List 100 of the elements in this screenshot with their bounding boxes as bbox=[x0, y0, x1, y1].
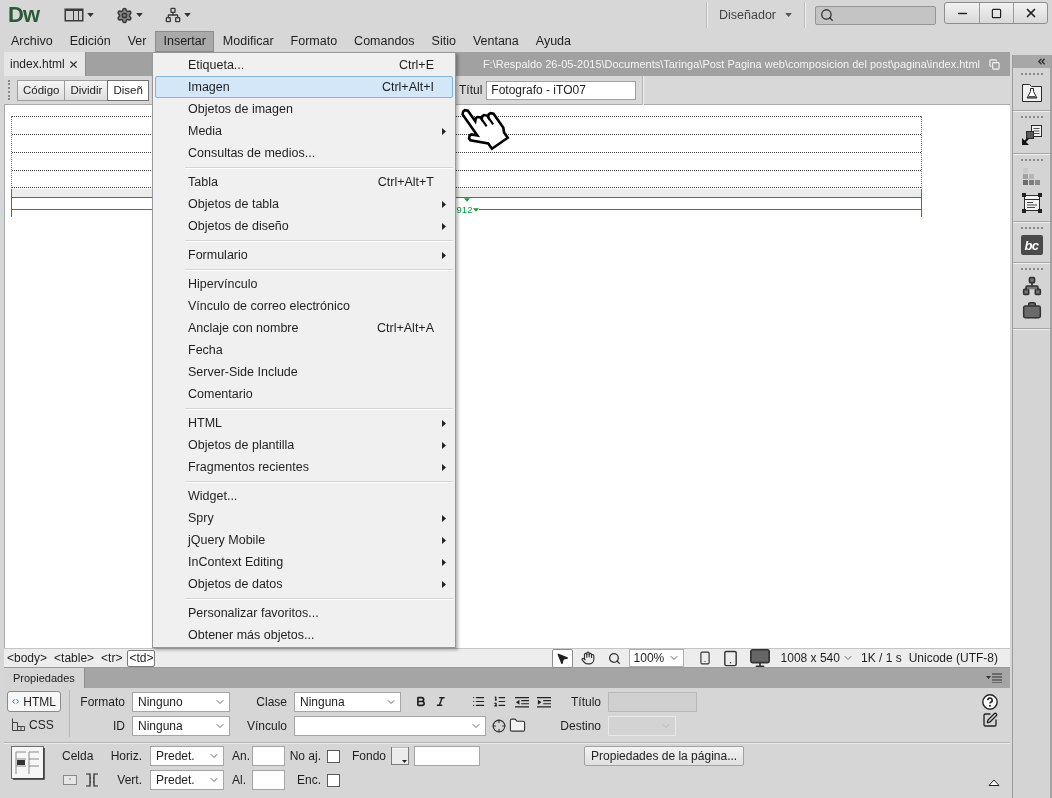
search-field[interactable] bbox=[815, 5, 936, 25]
menu-item[interactable]: Fragmentos recientes bbox=[155, 456, 453, 478]
outdent-icon[interactable] bbox=[514, 695, 529, 708]
windows-arrow-icon[interactable] bbox=[1020, 124, 1043, 146]
caret-icon bbox=[184, 13, 191, 17]
grip-handle[interactable] bbox=[1020, 116, 1043, 119]
menu-bar-item[interactable]: Ventana bbox=[464, 30, 527, 52]
tablet-icon[interactable] bbox=[721, 649, 739, 667]
view-button[interactable]: Diseñ bbox=[107, 79, 149, 101]
menu-bar-item[interactable]: Comandos bbox=[346, 30, 423, 52]
split-cell-icon[interactable] bbox=[85, 773, 99, 787]
close-icon[interactable] bbox=[68, 58, 79, 70]
menu-item[interactable]: Objetos de imagen bbox=[155, 98, 453, 120]
color-swatch-icon[interactable] bbox=[391, 747, 410, 765]
panel-tab[interactable]: Propiedades bbox=[4, 668, 85, 688]
folder-icon[interactable] bbox=[509, 717, 526, 734]
menu-item[interactable]: Imagen Ctrl+Alt+I bbox=[155, 76, 453, 98]
menu-item[interactable]: Formulario bbox=[155, 244, 453, 266]
bold-icon[interactable] bbox=[415, 695, 427, 708]
id-select[interactable]: Ninguna bbox=[132, 715, 230, 736]
menu-item[interactable]: HTML bbox=[155, 412, 453, 434]
checkbox[interactable] bbox=[327, 773, 340, 787]
monitor-icon[interactable] bbox=[748, 647, 771, 669]
bullet-list-icon[interactable] bbox=[472, 694, 486, 709]
frame-icon[interactable] bbox=[1020, 192, 1043, 214]
collapse-icon[interactable] bbox=[988, 779, 1000, 786]
menu-bar-item[interactable]: Modificar bbox=[214, 30, 282, 52]
view-button[interactable]: Dividir bbox=[64, 79, 109, 101]
phone-icon[interactable] bbox=[697, 651, 712, 665]
briefcase-icon[interactable] bbox=[1021, 301, 1042, 321]
menu-item[interactable]: Media bbox=[155, 120, 453, 142]
mode-button[interactable]: HTML bbox=[7, 691, 61, 712]
color-input[interactable] bbox=[414, 746, 481, 766]
title-input[interactable]: Fotografo - iTO07 bbox=[486, 80, 637, 100]
menu-bar-item[interactable]: Sitio bbox=[423, 30, 464, 52]
tag-selector[interactable]: <td> bbox=[127, 649, 156, 667]
menu-item[interactable]: jQuery Mobile bbox=[155, 529, 453, 551]
checkbox[interactable] bbox=[327, 749, 340, 763]
flask-icon[interactable] bbox=[1020, 81, 1043, 103]
edit-icon[interactable] bbox=[982, 712, 998, 728]
logo-tile[interactable]: bc bbox=[1020, 235, 1043, 255]
menu-item[interactable]: Personalizar favoritos... bbox=[155, 602, 453, 624]
layout-icon[interactable] bbox=[64, 8, 84, 22]
grip-handle[interactable] bbox=[1020, 73, 1043, 76]
grip-handle[interactable] bbox=[1020, 227, 1043, 230]
width-input[interactable] bbox=[252, 746, 285, 766]
menu-bar-item[interactable]: Edición bbox=[61, 30, 119, 52]
zoom-select[interactable]: 100% bbox=[628, 649, 684, 667]
menu-bar-item[interactable]: Insertar bbox=[155, 30, 214, 52]
format-select[interactable]: Ninguno bbox=[132, 691, 230, 712]
workspace-switcher[interactable]: Diseñador bbox=[707, 4, 804, 26]
menu-item[interactable]: Objetos de tabla bbox=[155, 193, 453, 215]
menu-item[interactable]: Tabla Ctrl+Alt+T bbox=[155, 171, 453, 193]
document-tab[interactable]: index.html bbox=[4, 52, 86, 76]
menu-item[interactable]: Objetos de datos bbox=[155, 573, 453, 595]
page-properties-button[interactable]: Propiedades de la página... bbox=[584, 746, 745, 766]
menu-bar-item[interactable]: Ver bbox=[119, 30, 155, 52]
tag-selector[interactable]: <tr> bbox=[99, 649, 125, 667]
menu-item[interactable]: Spry bbox=[155, 507, 453, 529]
menu-item[interactable]: Consultas de medios... bbox=[155, 142, 453, 164]
menu-item[interactable]: Hipervínculo bbox=[155, 273, 453, 295]
vertical-align-select[interactable]: Predet. bbox=[150, 770, 224, 790]
menu-item[interactable]: Server-Side Include bbox=[155, 361, 453, 383]
collapse-panel-icon[interactable] bbox=[1036, 56, 1047, 67]
tool-button[interactable] bbox=[551, 648, 573, 668]
grip-handle[interactable] bbox=[1020, 159, 1043, 162]
help-icon[interactable] bbox=[982, 694, 998, 710]
menu-item[interactable]: Fecha bbox=[155, 339, 453, 361]
class-select[interactable]: Ninguna bbox=[294, 691, 401, 712]
merge-cells-icon[interactable] bbox=[63, 775, 77, 785]
menu-bar-item[interactable]: Ayuda bbox=[527, 30, 579, 52]
numbered-list-icon[interactable] bbox=[493, 694, 507, 709]
grip-handle[interactable] bbox=[1020, 268, 1043, 271]
menu-item[interactable]: Etiqueta... Ctrl+E bbox=[155, 54, 453, 76]
tag-selector[interactable]: <body> bbox=[5, 649, 50, 667]
menu-item[interactable]: Anclaje con nombre Ctrl+Alt+A bbox=[155, 317, 453, 339]
table-width-label[interactable]: 912 bbox=[453, 204, 474, 215]
menu-bar-item[interactable]: Formato bbox=[282, 30, 346, 52]
sitemap-icon[interactable] bbox=[1021, 276, 1042, 296]
crosshair-icon[interactable] bbox=[492, 718, 506, 733]
menu-item[interactable]: Objetos de plantilla bbox=[155, 434, 453, 456]
shortcut-text: Ctrl+Alt+I bbox=[381, 80, 434, 94]
italic-icon[interactable] bbox=[434, 695, 447, 708]
menu-bar-item[interactable]: Archivo bbox=[3, 30, 61, 52]
menu-item[interactable]: Comentario bbox=[155, 383, 453, 405]
window-size-select[interactable]: 1008 x 540 bbox=[780, 651, 854, 665]
mode-button[interactable]: CSS bbox=[7, 714, 61, 735]
menu-item[interactable]: InContext Editing bbox=[155, 551, 453, 573]
blocks-icon[interactable] bbox=[1020, 167, 1043, 187]
menu-item[interactable]: Widget... bbox=[155, 485, 453, 507]
height-input[interactable] bbox=[252, 770, 285, 790]
horizontal-align-select[interactable]: Predet. bbox=[150, 746, 224, 766]
menu-item[interactable]: Objetos de diseño bbox=[155, 215, 453, 237]
grip-handle[interactable] bbox=[8, 80, 11, 100]
panel-menu-icon[interactable] bbox=[986, 673, 1002, 683]
menu-item[interactable]: Obtener más objetos... bbox=[155, 624, 453, 646]
view-button[interactable]: Código bbox=[17, 79, 66, 101]
indent-icon[interactable] bbox=[536, 695, 551, 708]
menu-item[interactable]: Vínculo de correo electrónico bbox=[155, 295, 453, 317]
tag-selector[interactable]: <table> bbox=[52, 649, 97, 667]
